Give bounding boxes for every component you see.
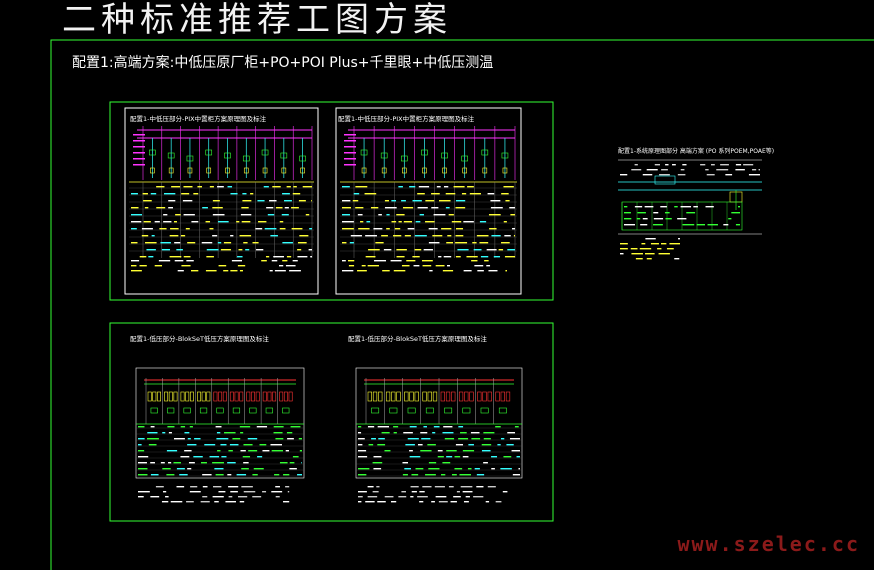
sheet-drawing — [355, 367, 523, 503]
sheet-mv-right[interactable] — [335, 107, 522, 295]
sheet-title: 配置1-中低压部分-PIX中置柜方案原理图及标注 — [130, 115, 267, 123]
sheet-title: 配置1-系统原理图部分 高端方案 (PO 系列POEM,POAE等) — [618, 148, 775, 155]
page-title: 二种标准推荐工图方案 — [62, 0, 452, 40]
sheet-drawing — [129, 126, 314, 272]
sheet-title: 配置1-低压部分-BlokSeT低压方案原理图及标注 — [348, 335, 487, 343]
watermark-text: www.szelec.cc — [677, 532, 860, 556]
sheet-title: 配置1-中低压部分-PIX中置柜方案原理图及标注 — [338, 115, 475, 123]
sheet-system[interactable] — [618, 159, 762, 260]
page-subtitle: 配置1:高端方案:中低压原厂柜+PO+POI Plus+千里眼+中低压测温 — [72, 55, 494, 71]
sheet-drawing — [135, 367, 305, 503]
sheet-lv-right[interactable] — [355, 367, 523, 503]
group-frame-lv — [109, 322, 554, 522]
sheet-drawing — [618, 159, 762, 260]
sheet-drawing — [340, 126, 517, 272]
sheet-title: 配置1-低压部分-BlokSeT低压方案原理图及标注 — [130, 335, 269, 343]
group-frame-mv — [109, 101, 554, 301]
cad-canvas[interactable] — [0, 0, 874, 570]
sheet-lv-left[interactable] — [135, 367, 305, 503]
sheet-mv-left[interactable] — [124, 107, 319, 295]
